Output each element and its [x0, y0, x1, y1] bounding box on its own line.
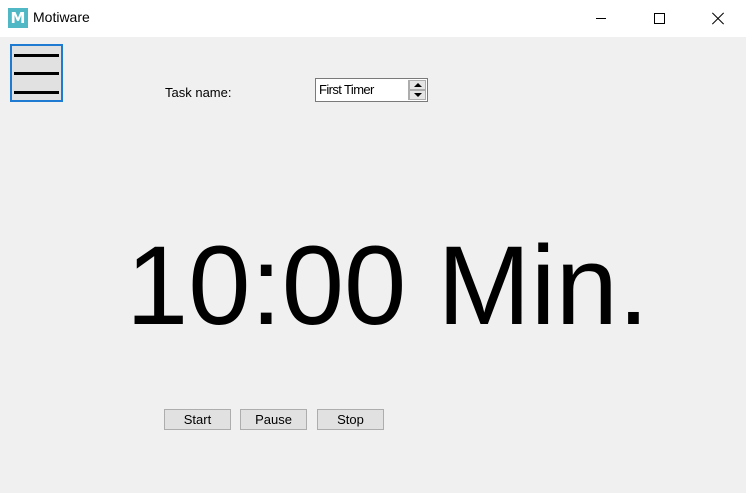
- task-name-value[interactable]: First Timer: [319, 82, 374, 97]
- minimize-button[interactable]: [578, 0, 624, 36]
- title-bar: M Motiware: [0, 0, 746, 37]
- task-name-selector[interactable]: First Timer: [315, 78, 428, 102]
- stop-button[interactable]: Stop: [317, 409, 384, 430]
- spin-arrows: [408, 80, 426, 100]
- window-title: Motiware: [33, 9, 90, 25]
- app-logo-icon: M: [8, 8, 28, 28]
- spin-up-icon[interactable]: [409, 80, 426, 90]
- maximize-icon: [653, 12, 665, 24]
- hamburger-bar: [14, 91, 59, 94]
- hamburger-menu-icon: [14, 54, 59, 57]
- timer-display: 10:00 Min.: [126, 223, 649, 348]
- menu-button[interactable]: [10, 44, 63, 102]
- close-icon: [712, 12, 724, 24]
- task-name-label: Task name:: [165, 85, 232, 100]
- start-button[interactable]: Start: [164, 409, 231, 430]
- minimize-icon: [596, 17, 606, 19]
- spin-down-icon[interactable]: [409, 90, 426, 100]
- close-button[interactable]: [695, 0, 741, 36]
- hamburger-bar: [14, 72, 59, 75]
- pause-button[interactable]: Pause: [240, 409, 307, 430]
- maximize-button[interactable]: [636, 0, 682, 36]
